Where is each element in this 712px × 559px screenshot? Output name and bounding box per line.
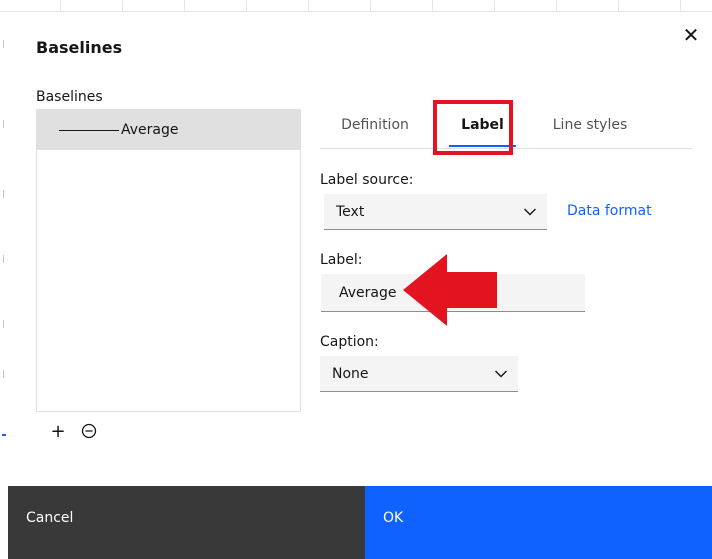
caption-value: None — [332, 365, 369, 382]
chevron-down-icon — [495, 370, 507, 377]
tab-bar: Definition Label Line styles — [320, 109, 692, 149]
baseline-item-label: Average — [121, 122, 179, 138]
label-field-label: Label: — [320, 252, 363, 268]
label-source-value: Text — [336, 203, 365, 220]
dialog-footer: Cancel OK — [8, 486, 712, 559]
baselines-heading: Baselines — [36, 89, 103, 105]
caption-label: Caption: — [320, 334, 379, 350]
label-source-label: Label source: — [320, 172, 414, 188]
minus-circle-icon[interactable] — [80, 422, 100, 442]
caption-select[interactable]: None — [320, 356, 518, 392]
close-icon[interactable]: ✕ — [680, 24, 702, 46]
label-input[interactable] — [321, 274, 585, 312]
dialog-title: Baselines — [36, 38, 123, 57]
background-edge — [0, 0, 8, 486]
plus-icon[interactable]: + — [48, 422, 68, 442]
baseline-list[interactable]: Average — [36, 109, 301, 412]
tab-definition[interactable]: Definition — [330, 109, 420, 149]
label-source-select[interactable]: Text — [324, 194, 547, 230]
ok-button[interactable]: OK — [365, 486, 712, 559]
background-grid — [0, 0, 712, 12]
baseline-item[interactable]: Average — [37, 110, 300, 150]
data-format-link[interactable]: Data format — [567, 203, 652, 219]
cancel-button[interactable]: Cancel — [8, 486, 365, 559]
chevron-down-icon — [524, 208, 536, 215]
tab-label[interactable]: Label — [445, 109, 520, 149]
baselines-dialog: Baselines ✕ Baselines Average + Definiti… — [8, 14, 712, 559]
list-actions: + — [48, 422, 100, 442]
tab-line-styles[interactable]: Line styles — [540, 109, 640, 149]
line-sample-icon — [59, 129, 119, 131]
